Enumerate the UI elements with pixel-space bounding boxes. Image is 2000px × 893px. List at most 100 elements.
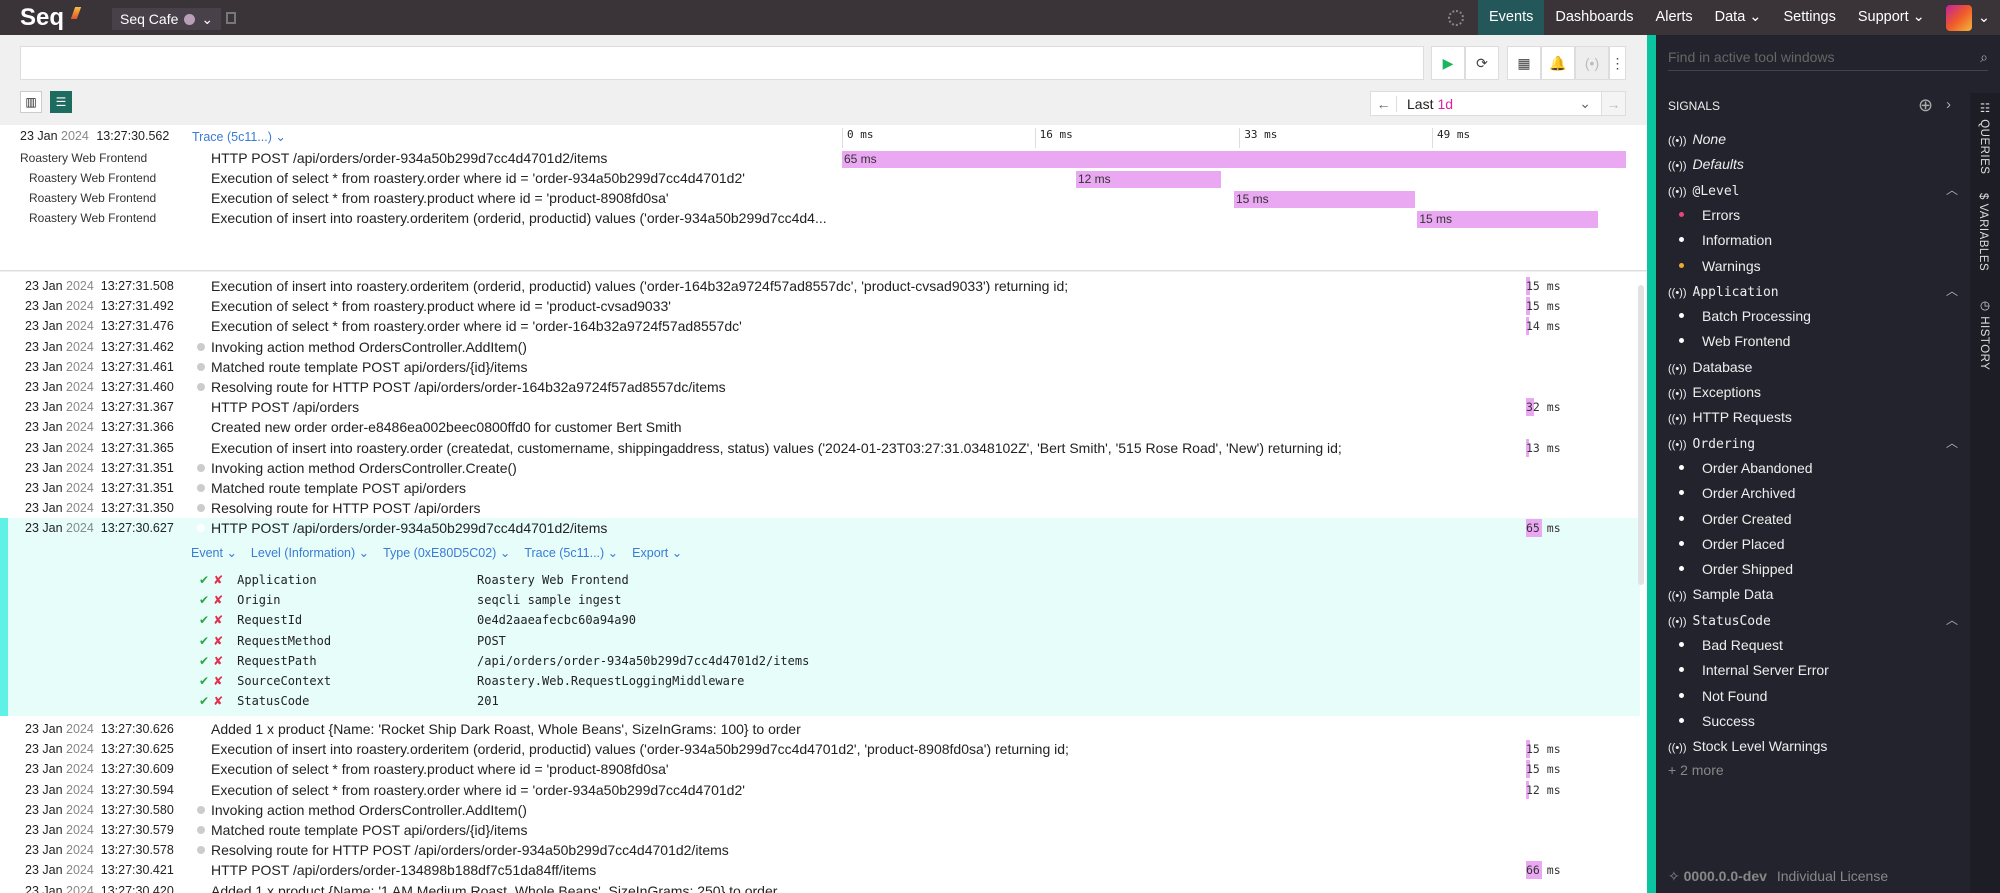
- event-row[interactable]: 23 Jan 2024 13:27:30.609 Execution of sel…: [0, 759, 1640, 779]
- selected-event-row[interactable]: 23 Jan 2024 13:27:30.627 HTTP POST /api/…: [0, 518, 1640, 538]
- include-filter-icon[interactable]: ✔: [199, 573, 209, 587]
- include-filter-icon[interactable]: ✔: [199, 654, 209, 668]
- range-back-icon[interactable]: ←: [1371, 95, 1397, 112]
- exclude-filter-icon[interactable]: ✘: [213, 654, 223, 668]
- signal-item[interactable]: ((•)) HTTP Requests: [1668, 405, 1958, 429]
- event-row[interactable]: 23 Jan 2024 13:27:30.420 Added 1 x produc…: [0, 881, 1640, 893]
- event-row[interactable]: 23 Jan 2024 13:27:31.367 HTTP POST /api/o…: [0, 397, 1640, 417]
- include-filter-icon[interactable]: ✔: [199, 613, 209, 627]
- signal-item[interactable]: ((•)) None: [1668, 127, 1958, 151]
- signal-item[interactable]: Order Archived: [1668, 481, 1958, 505]
- trace-view-icon[interactable]: ☰: [50, 91, 72, 113]
- avatar-chevron-icon[interactable]: ⌄: [1972, 10, 2000, 26]
- run-query-button[interactable]: ▶: [1431, 46, 1465, 80]
- exclude-filter-icon[interactable]: ✘: [213, 593, 223, 607]
- exclude-filter-icon[interactable]: ✘: [213, 674, 223, 688]
- event-row[interactable]: 23 Jan 2024 13:27:31.351 Invoking action …: [0, 458, 1640, 478]
- signal-item[interactable]: ((•)) @Level ︿: [1668, 178, 1958, 202]
- event-row[interactable]: 23 Jan 2024 13:27:31.366 Created new orde…: [0, 417, 1640, 437]
- event-row[interactable]: 23 Jan 2024 13:27:31.462 Invoking action …: [0, 337, 1640, 357]
- event-link-trace[interactable]: Trace (5c11...) ⌄: [524, 546, 618, 560]
- signal-icon[interactable]: (•): [1575, 46, 1609, 80]
- nav-dashboards[interactable]: Dashboards: [1544, 0, 1644, 35]
- signal-item[interactable]: Errors: [1668, 203, 1958, 227]
- more-signals-link[interactable]: + 2 more: [1668, 762, 1724, 778]
- exclude-filter-icon[interactable]: ✘: [213, 573, 223, 587]
- span-bar[interactable]: 65 ms: [842, 151, 1626, 168]
- signal-item[interactable]: Not Found: [1668, 684, 1958, 708]
- span-bar[interactable]: 12 ms: [1075, 171, 1221, 188]
- add-signal-icon[interactable]: ⊕: [1918, 95, 1933, 116]
- event-row[interactable]: 23 Jan 2024 13:27:31.350 Resolving route …: [0, 498, 1640, 518]
- event-link-level[interactable]: Level (Information) ⌄: [251, 546, 369, 560]
- signal-item[interactable]: ((•)) Application ︿: [1668, 279, 1958, 303]
- collapse-chevron-icon[interactable]: ︿: [1946, 431, 1958, 455]
- workspace-selector[interactable]: Seq Cafe ⌄: [112, 8, 222, 30]
- exclude-filter-icon[interactable]: ✘: [213, 634, 223, 648]
- collapse-chevron-icon[interactable]: ︿: [1946, 178, 1958, 202]
- span-message[interactable]: HTTP POST /api/orders/order-934a50b299d7…: [211, 150, 607, 166]
- event-row[interactable]: 23 Jan 2024 13:27:31.351 Matched route te…: [0, 478, 1640, 498]
- span-bar[interactable]: 15 ms: [1417, 211, 1599, 228]
- include-filter-icon[interactable]: ✔: [199, 674, 209, 688]
- event-row[interactable]: 23 Jan 2024 13:27:31.460 Resolving route …: [0, 377, 1640, 397]
- signal-item[interactable]: Internal Server Error: [1668, 658, 1958, 682]
- signal-item[interactable]: ((•)) Defaults: [1668, 152, 1958, 176]
- add-to-dashboard-icon[interactable]: ▦: [1507, 46, 1541, 80]
- event-link-export[interactable]: Export ⌄: [632, 546, 682, 560]
- save-icon[interactable]: [226, 12, 236, 24]
- event-row[interactable]: 23 Jan 2024 13:27:31.461 Matched route te…: [0, 357, 1640, 377]
- signal-item[interactable]: Order Abandoned: [1668, 456, 1958, 480]
- span-bar[interactable]: 15 ms: [1234, 191, 1415, 208]
- nav-events[interactable]: Events: [1478, 0, 1545, 35]
- signal-item[interactable]: Bad Request: [1668, 633, 1958, 657]
- event-row[interactable]: 23 Jan 2024 13:27:31.365 Execution of ins…: [0, 438, 1640, 458]
- find-input[interactable]: Find in active tool windows ⌕: [1668, 43, 1988, 71]
- nav-settings[interactable]: Settings: [1772, 0, 1846, 35]
- trace-dropdown[interactable]: Trace (5c11...) ⌄: [192, 129, 286, 144]
- signal-item[interactable]: ((•)) Stock Level Warnings: [1668, 734, 1958, 758]
- nav-alerts[interactable]: Alerts: [1645, 0, 1704, 35]
- nav-support[interactable]: Support ⌄: [1847, 0, 1936, 35]
- exclude-filter-icon[interactable]: ✘: [213, 613, 223, 627]
- collapse-chevron-icon[interactable]: ︿: [1946, 608, 1958, 632]
- event-row[interactable]: 23 Jan 2024 13:27:31.508 Execution of ins…: [0, 276, 1640, 296]
- event-row[interactable]: 23 Jan 2024 13:27:31.492 Execution of sel…: [0, 296, 1640, 316]
- tab-variables[interactable]: $ VARIABLES: [1977, 193, 1989, 271]
- nav-data[interactable]: Data ⌄: [1704, 0, 1773, 35]
- tab-queries[interactable]: ☷ QUERIES: [1977, 101, 1991, 174]
- event-row[interactable]: 23 Jan 2024 13:27:30.579 Matched route te…: [0, 820, 1640, 840]
- signal-item[interactable]: Batch Processing: [1668, 304, 1958, 328]
- event-row[interactable]: 23 Jan 2024 13:27:30.421 HTTP POST /api/o…: [0, 860, 1640, 880]
- seq-logo[interactable]: Seq: [20, 4, 64, 32]
- signal-item[interactable]: Information: [1668, 228, 1958, 252]
- include-filter-icon[interactable]: ✔: [199, 634, 209, 648]
- signal-item[interactable]: Web Frontend: [1668, 329, 1958, 353]
- signal-item[interactable]: Order Placed: [1668, 532, 1958, 556]
- include-filter-icon[interactable]: ✔: [199, 593, 209, 607]
- tab-history[interactable]: ◷ HISTORY: [1977, 298, 1991, 370]
- signal-item[interactable]: ((•)) Database: [1668, 355, 1958, 379]
- signal-item[interactable]: Order Created: [1668, 507, 1958, 531]
- expanded-event[interactable]: 23 Jan 2024 13:27:30.627 HTTP POST /api/…: [0, 518, 1640, 716]
- signal-item[interactable]: ((•)) Ordering ︿: [1668, 431, 1958, 455]
- add-alert-icon[interactable]: 🔔: [1541, 46, 1575, 80]
- event-row[interactable]: 23 Jan 2024 13:27:31.476 Execution of sel…: [0, 316, 1640, 336]
- span-message[interactable]: Execution of select * from roastery.orde…: [211, 170, 745, 186]
- event-row[interactable]: 23 Jan 2024 13:27:30.594 Execution of sel…: [0, 780, 1640, 800]
- signal-item[interactable]: Success: [1668, 709, 1958, 733]
- event-row[interactable]: 23 Jan 2024 13:27:30.578 Resolving route …: [0, 840, 1640, 860]
- more-menu-icon[interactable]: ⋮: [1609, 46, 1626, 80]
- event-row[interactable]: 23 Jan 2024 13:27:30.580 Invoking action …: [0, 800, 1640, 820]
- time-range-selector[interactable]: ← Last 1d ⌄ →: [1370, 91, 1626, 116]
- signal-item[interactable]: Warnings: [1668, 254, 1958, 278]
- signal-item[interactable]: ((•)) Exceptions: [1668, 380, 1958, 404]
- signal-item[interactable]: Order Shipped: [1668, 557, 1958, 581]
- event-row[interactable]: 23 Jan 2024 13:27:30.625 Execution of ins…: [0, 739, 1640, 759]
- event-row[interactable]: 23 Jan 2024 13:27:30.626 Added 1 x produc…: [0, 719, 1640, 739]
- user-avatar[interactable]: [1945, 4, 1972, 31]
- list-scrollbar[interactable]: [1638, 285, 1644, 585]
- range-forward-icon[interactable]: →: [1601, 92, 1625, 115]
- exclude-filter-icon[interactable]: ✘: [213, 694, 223, 708]
- span-message[interactable]: Execution of select * from roastery.prod…: [211, 190, 669, 206]
